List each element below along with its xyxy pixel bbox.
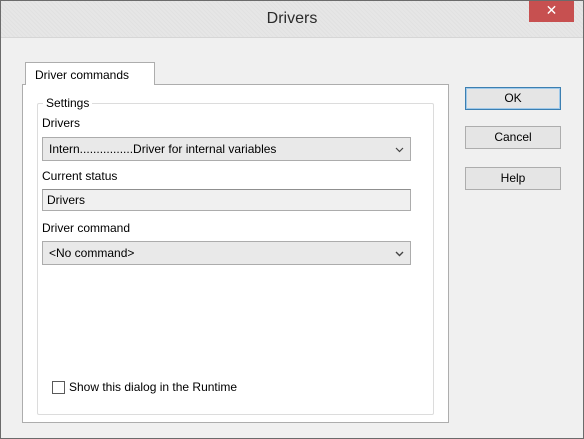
dialog-client-area: Driver commands Settings Drivers Intern.… <box>8 39 576 432</box>
show-in-runtime-checkbox[interactable] <box>52 380 65 394</box>
drivers-label: Drivers <box>42 116 80 130</box>
close-icon: ✕ <box>545 3 558 19</box>
tab-panel-driver-commands: Settings Drivers Intern................D… <box>22 84 449 423</box>
tab-driver-commands[interactable]: Driver commands <box>25 62 155 85</box>
settings-group-title: Settings <box>43 96 93 110</box>
driver-command-dropdown[interactable]: <No command> <box>42 241 411 265</box>
show-in-runtime-row[interactable]: Show this dialog in the Runtime <box>52 380 237 394</box>
driver-command-dropdown-value: <No command> <box>49 246 135 260</box>
current-status-field: Drivers <box>42 189 411 211</box>
help-button[interactable]: Help <box>465 167 561 190</box>
chevron-down-icon <box>395 147 404 153</box>
close-button[interactable]: ✕ <box>529 1 574 22</box>
chevron-down-icon <box>395 251 404 257</box>
drivers-dropdown-value: Intern................Driver for interna… <box>49 142 277 156</box>
dialog-title: Drivers <box>266 10 318 27</box>
current-status-label: Current status <box>42 169 118 183</box>
show-in-runtime-label: Show this dialog in the Runtime <box>69 380 238 394</box>
driver-command-label: Driver command <box>42 221 131 235</box>
ok-button[interactable]: OK <box>465 87 561 110</box>
drivers-dropdown[interactable]: Intern................Driver for interna… <box>42 137 411 161</box>
title-bar[interactable]: Drivers ✕ <box>1 1 583 38</box>
settings-groupbox: Settings Drivers Intern................D… <box>37 96 434 415</box>
cancel-button[interactable]: Cancel <box>465 126 561 149</box>
drivers-dialog: Drivers ✕ Driver commands Settings Drive… <box>0 0 584 439</box>
